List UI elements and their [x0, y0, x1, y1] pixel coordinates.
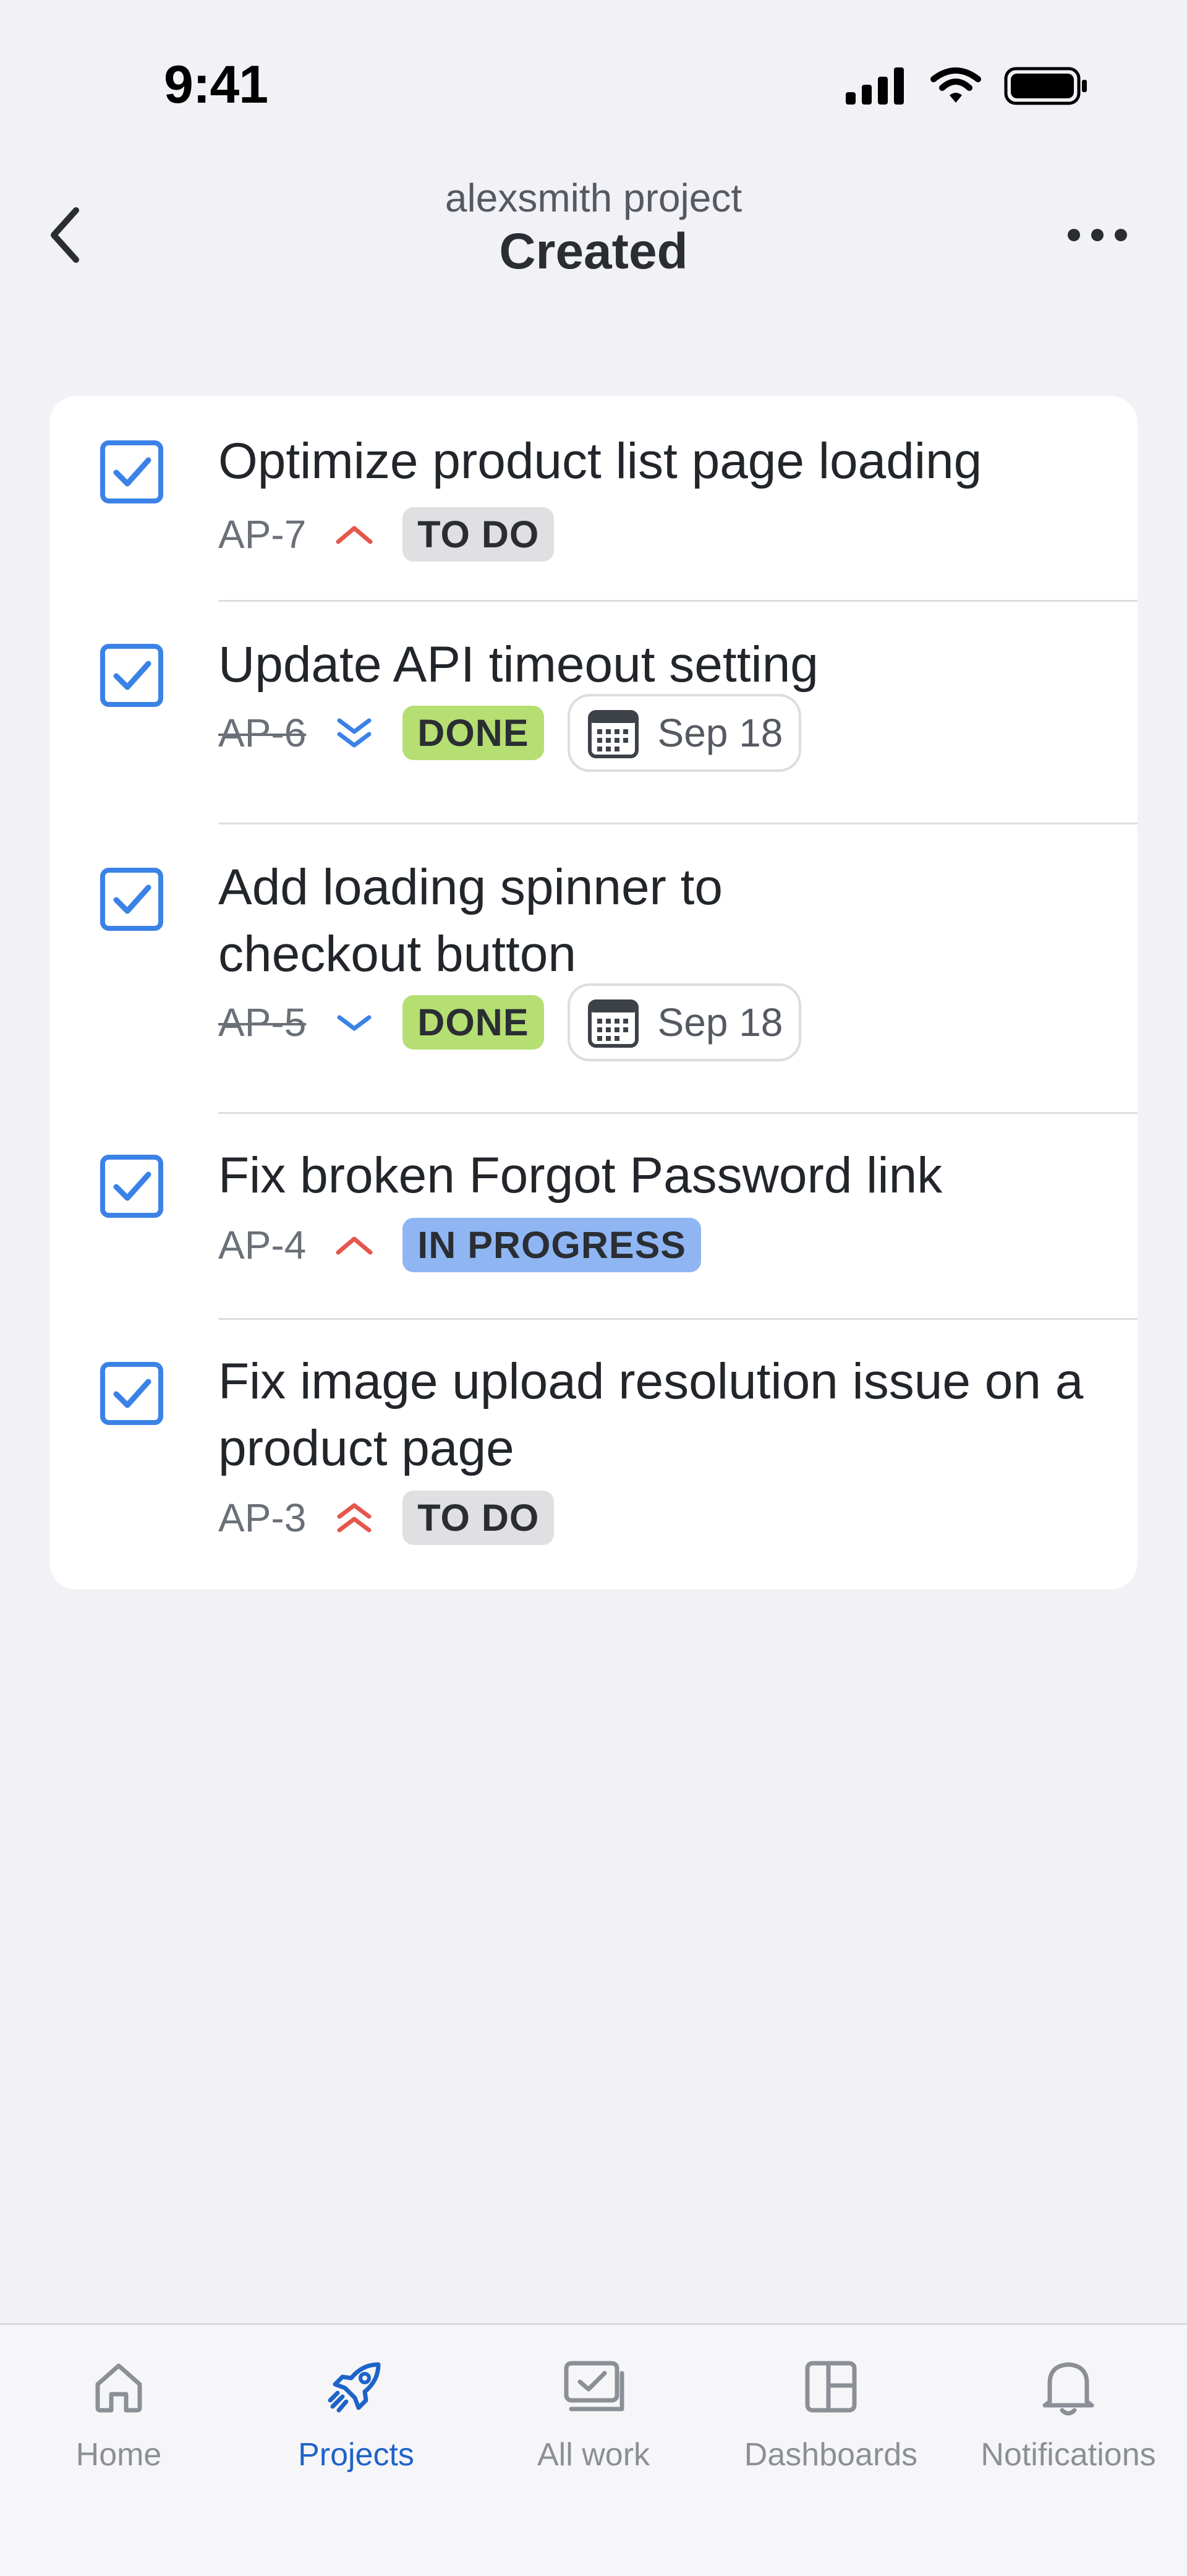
issue-key: AP-5: [218, 1000, 307, 1045]
checkbox-icon: [100, 440, 163, 503]
issue-title: Fix image upload resolution issue on a p…: [218, 1353, 1084, 1476]
tab-all-work[interactable]: All work: [475, 2350, 712, 2473]
tab-label: Home: [75, 2437, 162, 2473]
bell-icon: [1042, 2362, 1094, 2416]
status-badge: TO DO: [402, 1491, 555, 1545]
home-icon: [95, 2363, 142, 2413]
all-work-icon: [564, 2361, 624, 2411]
status-icons: [846, 67, 1088, 105]
navigation-header: alexsmith project Created: [0, 161, 1187, 297]
issue-row[interactable]: Update API timeout setting AP-6 DONE Sep…: [49, 602, 1138, 823]
checkbox-icon: [100, 868, 163, 931]
issue-key: AP-4: [218, 1223, 307, 1267]
status-badge: TO DO: [402, 507, 555, 562]
tab-label: Projects: [298, 2437, 414, 2473]
more-horizontal-icon: [1068, 229, 1127, 241]
status-badge: DONE: [402, 706, 544, 760]
tab-notifications[interactable]: Notifications: [950, 2350, 1187, 2473]
priority-high-icon: [334, 1498, 374, 1538]
issue-list: Optimize product list page loading AP-7 …: [49, 396, 1138, 1590]
issue-row[interactable]: Add loading spinner to checkout button A…: [49, 824, 1138, 1112]
more-options-button[interactable]: [1057, 198, 1138, 272]
issue-title: Update API timeout setting: [218, 636, 819, 693]
tab-label: Dashboards: [744, 2437, 918, 2473]
issue-meta: AP-5 DONE Sep 18: [218, 983, 802, 1061]
issue-row[interactable]: Fix image upload resolution issue on a p…: [49, 1320, 1138, 1590]
due-date-badge[interactable]: Sep 18: [567, 694, 802, 772]
issue-title: Add loading spinner to checkout button: [218, 859, 723, 982]
wifi-icon: [930, 67, 981, 103]
bottom-tab-bar: Home Projects All work Dashboards Notifi…: [0, 2323, 1187, 2576]
issue-key: AP-7: [218, 512, 307, 557]
checkbox-icon: [100, 644, 163, 707]
due-date: Sep 18: [657, 1000, 783, 1045]
dashboard-icon: [805, 2361, 857, 2413]
calendar-icon: [587, 999, 639, 1048]
priority-medium-icon: [334, 1225, 374, 1265]
rocket-icon: [328, 2362, 381, 2413]
due-date-badge[interactable]: Sep 18: [567, 983, 802, 1061]
issue-row[interactable]: Optimize product list page loading AP-7 …: [49, 396, 1138, 600]
issue-meta: AP-3 TO DO: [218, 1479, 555, 1556]
tab-dashboards[interactable]: Dashboards: [712, 2350, 950, 2473]
issue-row[interactable]: Fix broken Forgot Password link AP-4 IN …: [49, 1114, 1138, 1318]
checkbox-icon: [100, 1362, 163, 1425]
project-name: alexsmith project: [445, 176, 742, 220]
cellular-signal-icon: [846, 67, 904, 105]
tab-projects[interactable]: Projects: [237, 2350, 475, 2473]
priority-medium-icon: [334, 515, 374, 554]
tab-label: All work: [537, 2437, 650, 2473]
status-badge: IN PROGRESS: [402, 1218, 701, 1272]
issue-meta: AP-7 TO DO: [218, 496, 555, 573]
checkbox-icon: [100, 1155, 163, 1218]
priority-lowest-icon: [334, 713, 374, 753]
issue-title: Optimize product list page loading: [218, 433, 982, 489]
issue-key: AP-3: [218, 1496, 307, 1540]
issue-key: AP-6: [218, 711, 307, 755]
status-time: 9:41: [164, 55, 268, 114]
issue-meta: AP-4 IN PROGRESS: [218, 1207, 701, 1283]
issue-meta: AP-6 DONE Sep 18: [218, 694, 802, 772]
priority-low-icon: [334, 1003, 374, 1042]
status-bar: 9:41: [0, 0, 1187, 136]
due-date: Sep 18: [657, 711, 783, 755]
tab-label: Notifications: [981, 2437, 1156, 2473]
tab-home[interactable]: Home: [0, 2350, 237, 2473]
calendar-icon: [587, 710, 639, 758]
status-badge: DONE: [402, 995, 544, 1050]
issue-title: Fix broken Forgot Password link: [218, 1147, 943, 1204]
page-title: Created: [499, 223, 688, 280]
battery-icon: [1004, 67, 1087, 105]
